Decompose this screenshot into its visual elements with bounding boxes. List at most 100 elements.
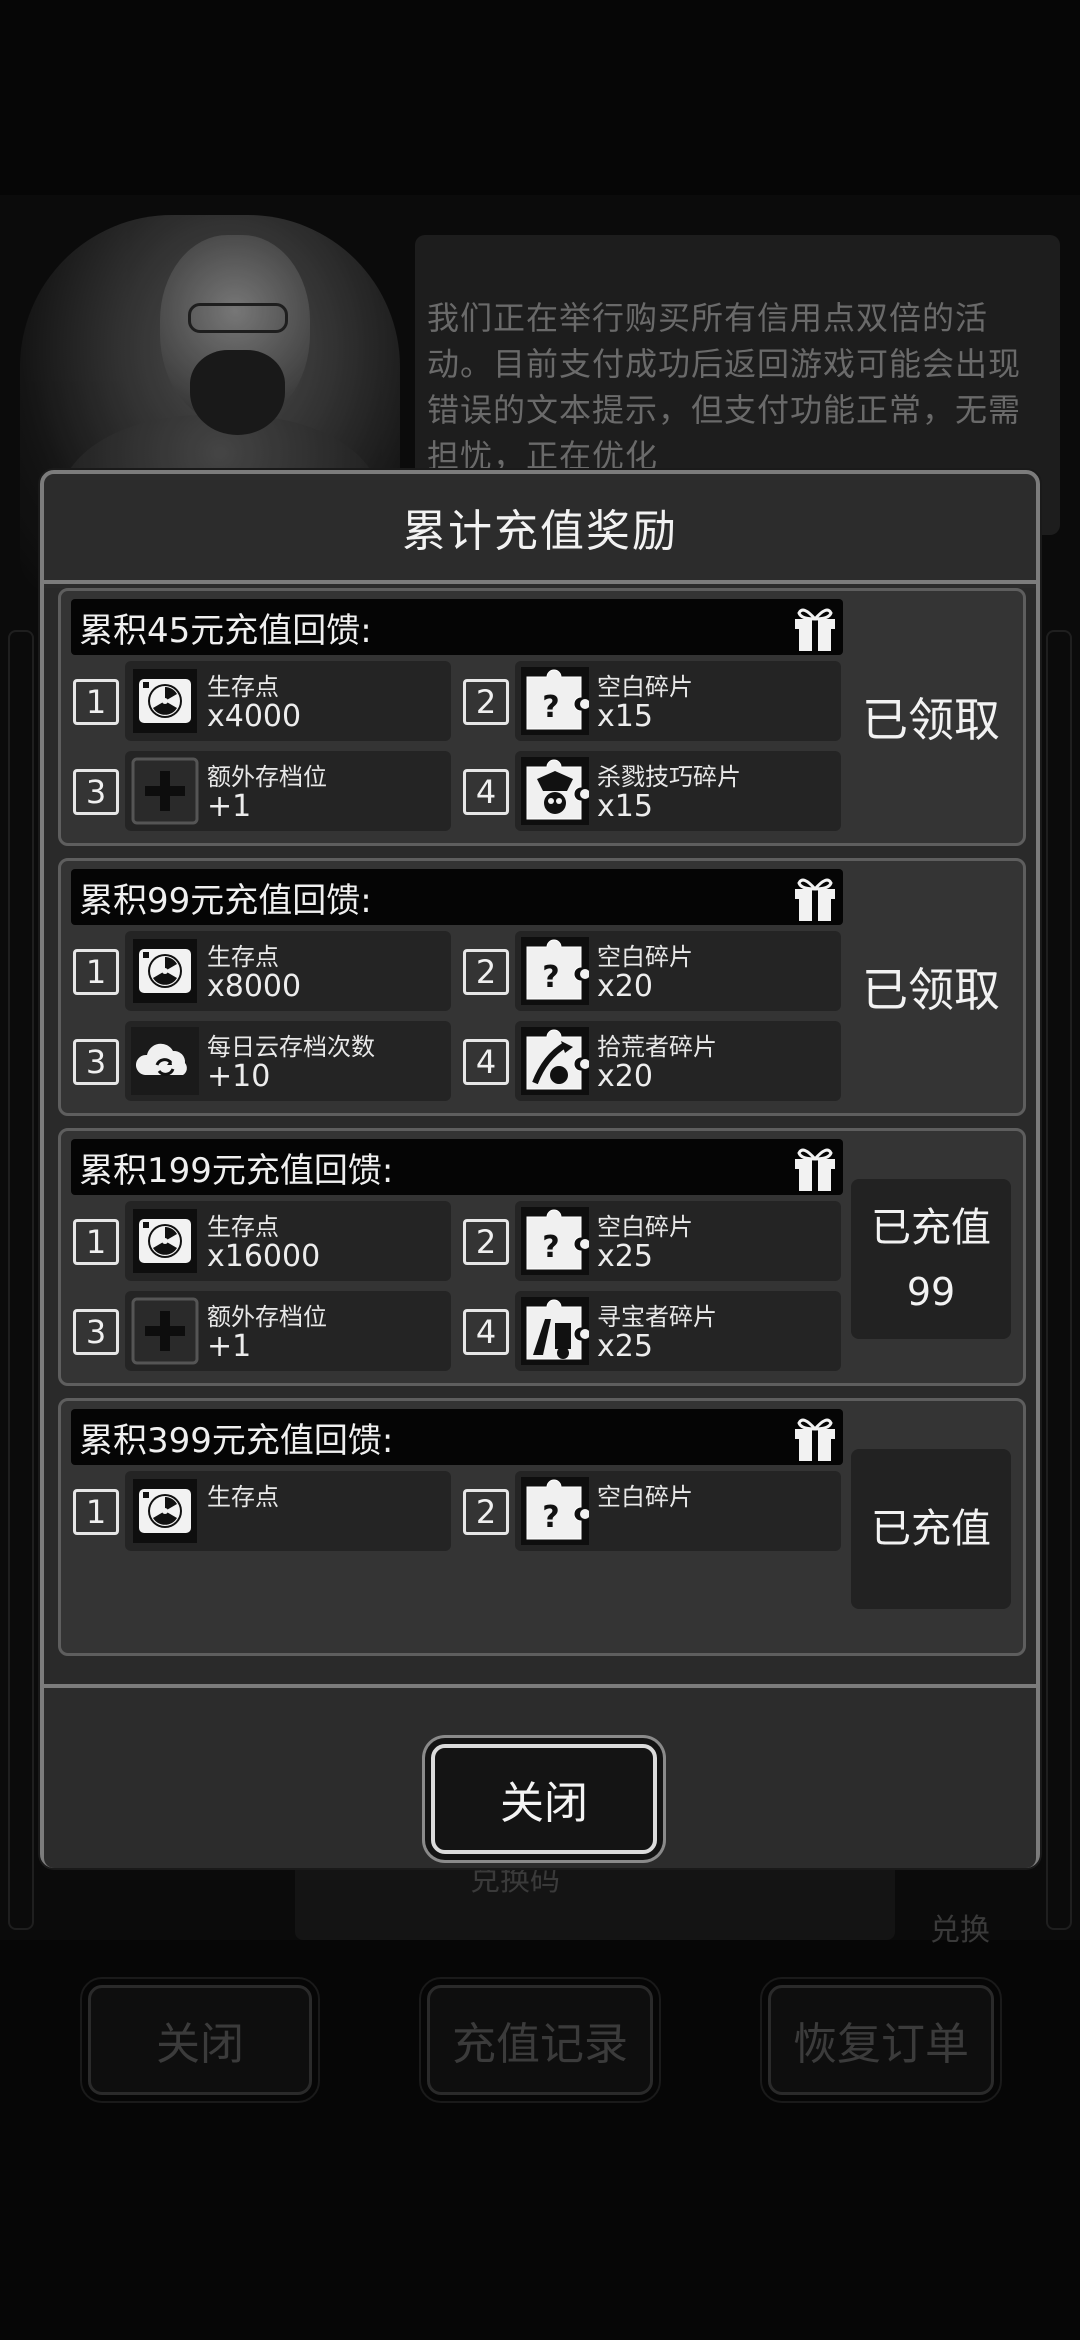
reward-item[interactable]: 4 寻宝者碎片 x25 (459, 1291, 844, 1371)
modal-footer: 关闭 (44, 1692, 1036, 1868)
gift-icon[interactable] (791, 603, 839, 653)
modal-title: 累计充值奖励 (402, 506, 678, 557)
reward-index: 3 (73, 769, 119, 815)
reward-card: 生存点 x4000 (125, 661, 451, 741)
cumulative-recharge-modal: 累计充值奖励 1 生存点 x2000 2 (40, 470, 1040, 1868)
tier-title: 累积199元充值回馈: (79, 1150, 394, 1191)
reward-index: 2 (463, 949, 509, 995)
reward-index: 1 (73, 679, 119, 725)
reward-card: ? 空白碎片 x25 (515, 1201, 841, 1281)
reward-card: ? 空白碎片 (515, 1471, 841, 1551)
reward-card: 每日云存档次数 +10 (125, 1021, 451, 1101)
puzzle-scavenger-icon (521, 1027, 590, 1095)
reward-card: 拾荒者碎片 x20 (515, 1021, 841, 1101)
reward-name: 拾荒者碎片 (597, 1033, 717, 1061)
right-side-tabs (1046, 630, 1072, 1930)
radiation-icon (131, 1477, 199, 1545)
reward-quantity: +1 (207, 1329, 252, 1364)
reward-tier: 累积45元充值回馈: 1 生存点 x4000 2 ? 空白碎片 x15 3 额外… (58, 588, 1026, 846)
modal-close-button[interactable]: 关闭 (431, 1744, 657, 1854)
reward-item[interactable]: 2 ? 空白碎片 x20 (459, 931, 844, 1011)
reward-name: 空白碎片 (597, 1213, 693, 1241)
reward-quantity: x20 (597, 1059, 653, 1094)
swap-button[interactable]: 兑换 (930, 1905, 990, 1949)
reward-item[interactable]: 1 生存点 (69, 1471, 454, 1551)
plus-slot-icon (131, 1297, 199, 1365)
reward-tier-list[interactable]: 1 生存点 x2000 2 ? (44, 588, 1036, 1688)
reward-card: ? 空白碎片 x15 (515, 661, 841, 741)
reward-tier: 累积199元充值回馈: 1 生存点 x16000 2 ? 空白碎片 x25 3 … (58, 1128, 1026, 1386)
plus-slot-icon (131, 757, 199, 825)
recharged-amount: 99 (906, 1270, 956, 1314)
reward-card: ? 空白碎片 x20 (515, 931, 841, 1011)
reward-quantity: x15 (597, 699, 653, 734)
reward-name: 空白碎片 (597, 943, 693, 971)
reward-index: 4 (463, 1309, 509, 1355)
modal-header: 累计充值奖励 (44, 474, 1036, 584)
puzzle-question-icon: ? (521, 1477, 590, 1545)
puzzle-question-icon: ? (521, 1207, 590, 1275)
reward-item[interactable]: 2 ? 空白碎片 x25 (459, 1201, 844, 1281)
game-screen: 我们正在举行购买所有信用点双倍的活动。目前支付成功后返回游戏可能会出现错误的文本… (0, 0, 1080, 2340)
gift-icon[interactable] (791, 1143, 839, 1193)
reward-index: 3 (73, 1039, 119, 1085)
notice-text: 我们正在举行购买所有信用点双倍的活动。目前支付成功后返回游戏可能会出现错误的文本… (427, 299, 1022, 475)
recharge-history-button[interactable]: 充值记录 (419, 1977, 661, 2103)
reward-card: 生存点 (125, 1471, 451, 1551)
gift-icon[interactable] (791, 873, 839, 923)
reward-item[interactable]: 4 拾荒者碎片 x20 (459, 1021, 844, 1101)
reward-index: 1 (73, 1219, 119, 1265)
reward-item[interactable]: 3 额外存档位 +1 (69, 1291, 454, 1371)
reward-item[interactable]: 1 生存点 x8000 (69, 931, 454, 1011)
cloud-save-icon (131, 1027, 199, 1095)
tier-header: 累积45元充值回馈: (71, 599, 843, 655)
tier-title: 累积45元充值回馈: (79, 610, 372, 651)
tier-header: 累积99元充值回馈: (71, 869, 843, 925)
reward-index: 4 (463, 769, 509, 815)
reward-quantity: x20 (597, 969, 653, 1004)
reward-name: 额外存档位 (207, 763, 327, 791)
reward-quantity: x16000 (207, 1239, 321, 1274)
puzzle-treasure-icon (521, 1297, 590, 1365)
claimed-status: 已领取 (862, 963, 1000, 1017)
reward-quantity: x25 (597, 1329, 653, 1364)
reward-item[interactable]: 1 生存点 x4000 (69, 661, 454, 741)
reward-item[interactable]: 3 每日云存档次数 +10 (69, 1021, 454, 1101)
reward-quantity: +1 (207, 789, 252, 824)
reward-quantity: x15 (597, 789, 653, 824)
reward-item[interactable]: 3 额外存档位 +1 (69, 751, 454, 831)
recharged-label: 已充值 (871, 1205, 991, 1251)
restore-order-button[interactable]: 恢复订单 (760, 1977, 1002, 2103)
reward-index: 1 (73, 1489, 119, 1535)
shop-close-button[interactable]: 关闭 (80, 1977, 320, 2103)
recharged-progress: 已充值 (851, 1449, 1011, 1609)
tier-header: 累积399元充值回馈: (71, 1409, 843, 1465)
reward-card: 额外存档位 +1 (125, 1291, 451, 1371)
svg-text:?: ? (542, 1230, 559, 1265)
reward-card: 杀戮技巧碎片 x15 (515, 751, 841, 831)
reward-quantity: x8000 (207, 969, 302, 1004)
reward-quantity: +10 (207, 1059, 271, 1094)
reward-name: 生存点 (207, 673, 279, 701)
reward-item[interactable]: 2 ? 空白碎片 (459, 1471, 844, 1551)
reward-tier: 累积99元充值回馈: 1 生存点 x8000 2 ? 空白碎片 x20 3 每日… (58, 858, 1026, 1116)
puzzle-question-icon: ? (521, 937, 590, 1005)
reward-index: 3 (73, 1309, 119, 1355)
puzzle-skull-icon (521, 757, 590, 825)
reward-item[interactable]: 2 ? 空白碎片 x15 (459, 661, 844, 741)
reward-card: 生存点 x8000 (125, 931, 451, 1011)
radiation-icon (131, 667, 199, 735)
reward-name: 杀戮技巧碎片 (597, 763, 741, 791)
radiation-icon (131, 937, 199, 1005)
reward-index: 4 (463, 1039, 509, 1085)
reward-item[interactable]: 4 杀戮技巧碎片 x15 (459, 751, 844, 831)
puzzle-question-icon: ? (521, 667, 590, 735)
tier-list-inner: 1 生存点 x2000 2 ? (44, 588, 1036, 1656)
reward-name: 空白碎片 (597, 1483, 693, 1511)
reward-item[interactable]: 1 生存点 x16000 (69, 1201, 454, 1281)
reward-index: 2 (463, 1489, 509, 1535)
reward-card: 生存点 x16000 (125, 1201, 451, 1281)
gift-icon[interactable] (791, 1413, 839, 1463)
tier-title: 累积399元充值回馈: (79, 1420, 394, 1461)
reward-name: 生存点 (207, 1483, 279, 1511)
